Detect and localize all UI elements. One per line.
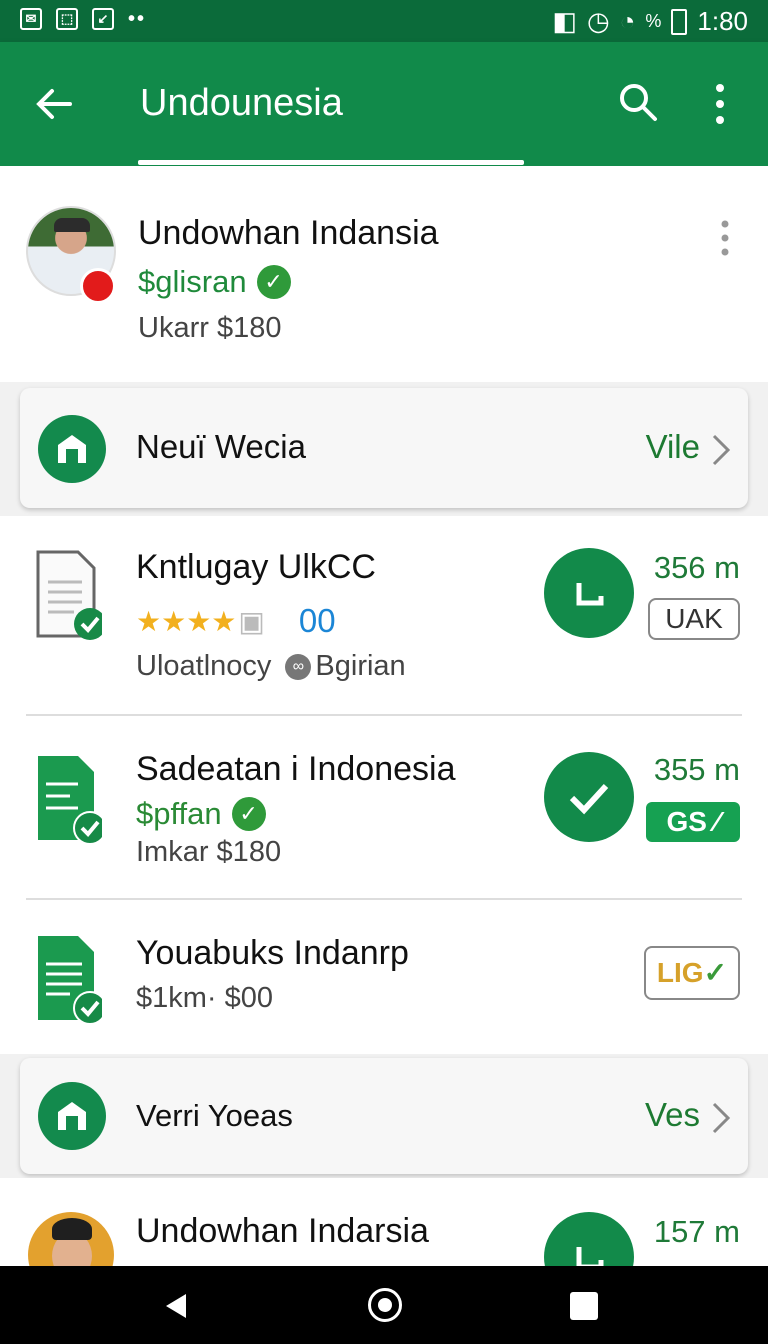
done-check-button[interactable] [544, 752, 634, 842]
badge-check-icon: ✓ [703, 957, 728, 988]
status-dot [80, 268, 116, 304]
tab-indicator [138, 160, 524, 165]
avatar [28, 1212, 114, 1268]
item-title: Undowhan Indarsia [136, 1212, 429, 1250]
store-icon [38, 1082, 106, 1150]
section-header-1[interactable]: Neuï Wecia Vile [20, 388, 748, 508]
app-notification-icon: ⬚ [56, 8, 78, 30]
item-badge: LIG✓ [644, 946, 740, 1000]
overflow-menu-icon[interactable] [706, 80, 734, 128]
item-rating: ★★★★ ▣ 00 [136, 602, 336, 640]
rating-count: 00 [298, 602, 336, 639]
app-bar: Undounesia [0, 42, 768, 166]
result-list: Kntlugay UlkCC ★★★★ ▣ 00 Uloatlnocy ∞ Bgiri… [0, 516, 768, 1054]
app-title: Undounesia [140, 82, 343, 124]
section-header-2[interactable]: Verri Yoeas Ves [20, 1058, 748, 1174]
item-badge: UAK [648, 598, 740, 640]
item-title: Sadeatan i Indonesia [136, 750, 456, 788]
profile-price: Ukarr $180 [138, 312, 282, 344]
route-icon[interactable] [544, 548, 634, 638]
clock: 1:80 [697, 6, 748, 36]
item-price: $1km· $00 [136, 982, 274, 1014]
profile-status: $glisran ✓ [138, 264, 291, 300]
nav-recents-icon[interactable] [570, 1292, 598, 1320]
notification-icon: ✉ [20, 8, 42, 30]
item-distance: 355 m [653, 752, 740, 787]
profile-status-text: $glisran [138, 264, 247, 299]
verified-check-icon: ✓ [231, 797, 266, 831]
view-link[interactable]: Ves [645, 1096, 700, 1134]
list-item[interactable]: Kntlugay UlkCC ★★★★ ▣ 00 Uloatlnocy ∞ Bgiri… [0, 516, 768, 716]
wifi-signal-icon: ◔ [619, 6, 636, 36]
alarm-icon: ◷ [586, 6, 610, 36]
item-meta-1: Uloatlnocy [136, 650, 272, 682]
more-notifications-icon: •• [128, 8, 147, 30]
item-title: Youabuks Indanrp [136, 934, 409, 972]
view-link[interactable]: Vile [646, 428, 700, 466]
nav-back-icon[interactable] [162, 1292, 190, 1320]
badge-lig-text: LIG [656, 957, 704, 988]
list-item[interactable]: Youabuks Indanrp $1km· $00 LIG✓ [0, 900, 768, 1054]
document-check-icon [36, 550, 102, 640]
item-distance: 157 m [653, 1214, 740, 1249]
profile-more-icon[interactable] [718, 218, 732, 258]
route-icon[interactable] [544, 1212, 634, 1268]
store-icon [38, 415, 106, 483]
item-meta: Uloatlnocy ∞ Bgirian [136, 650, 406, 683]
profile-name: Undowhan Indansia [138, 214, 439, 252]
item-title: Kntlugay UlkCC [136, 548, 376, 586]
nav-home-icon[interactable] [368, 1288, 402, 1322]
chevron-right-icon [712, 434, 731, 466]
list-item[interactable]: Sadeatan i Indonesia $pffan ✓ Imkar $180… [0, 716, 768, 898]
item-badge: GS ⁄ [646, 802, 740, 842]
profile-card[interactable]: Undowhan Indansia $glisran ✓ Ukarr $180 [0, 166, 768, 382]
link-icon: ∞ [285, 654, 312, 681]
item-distance: 356 m [653, 550, 740, 585]
missed-call-icon: ↙ [92, 8, 114, 30]
section-label: Verri Yoeas [136, 1098, 293, 1133]
vibrate-icon: ◧ [552, 6, 577, 36]
battery-percent: % [645, 11, 662, 31]
item-price: Imkar $180 [136, 836, 282, 868]
green-document-check-icon [38, 756, 102, 845]
section-label: Neuï Wecia [136, 428, 306, 465]
battery-icon [671, 8, 688, 35]
list-item[interactable]: Undowhan Indarsia 157 m [0, 1178, 768, 1268]
system-nav-bar [0, 1266, 768, 1344]
item-meta-2: Bgirian [315, 650, 406, 682]
status-bar: ✉ ⬚ ↙ •• ◧ ◷ ◔ % 1:80 [0, 0, 768, 42]
back-arrow-icon[interactable] [30, 80, 78, 128]
verified-check-icon: ✓ [256, 265, 291, 299]
chevron-right-icon [712, 1102, 731, 1134]
search-icon[interactable] [616, 80, 660, 124]
item-status-text: $pffan [136, 796, 222, 831]
item-status: $pffan ✓ [136, 796, 266, 832]
green-document-check-icon [38, 936, 102, 1025]
rating-stars: ★★★★ ▣ [136, 605, 265, 637]
